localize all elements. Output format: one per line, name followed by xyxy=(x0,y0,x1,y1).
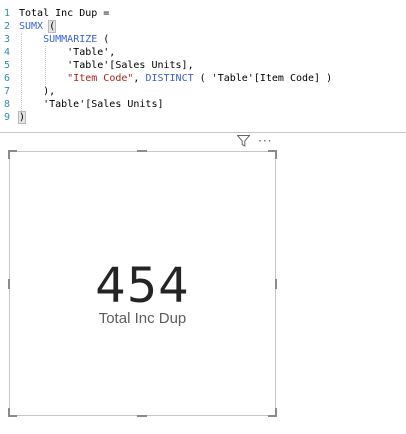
resize-handle-top-left-v[interactable] xyxy=(8,150,10,159)
code-token: ) xyxy=(17,111,27,124)
resize-handle-right[interactable] xyxy=(275,279,277,289)
code-text: 'Table', xyxy=(19,47,115,58)
more-options-icon[interactable]: ··· xyxy=(258,134,272,148)
code-line[interactable]: 3 SUMMARIZE ( xyxy=(0,33,406,46)
code-function-token: SUMX xyxy=(19,21,44,32)
line-number: 9 xyxy=(4,112,11,123)
line-number: 2 xyxy=(4,21,11,32)
resize-handle-bottom[interactable] xyxy=(137,415,147,417)
line-number: 1 xyxy=(4,8,11,19)
resize-handle-top[interactable] xyxy=(137,150,147,152)
code-text: SUMMARIZE ( xyxy=(19,34,109,45)
card-caption: Total Inc Dup xyxy=(98,310,187,327)
code-token: ( xyxy=(97,34,110,45)
line-number: 7 xyxy=(4,86,11,97)
code-line[interactable]: 6 "Item Code", DISTINCT ( 'Table'[Item C… xyxy=(0,72,406,85)
code-token: , xyxy=(133,73,146,84)
code-line[interactable]: 1 Total Inc Dup = xyxy=(0,7,406,20)
code-function-token: DISTINCT xyxy=(145,73,194,84)
card-visual[interactable]: 454 Total Inc Dup xyxy=(8,150,277,417)
resize-handle-bottom-right-v[interactable] xyxy=(275,408,277,417)
dax-formula-editor[interactable]: 1 Total Inc Dup = 2 SUMX (3 SUMMARIZE (4 'T… xyxy=(0,0,406,133)
code-string-token: "Item Code" xyxy=(67,73,134,84)
code-token: ), xyxy=(19,86,56,97)
code-text: "Item Code", DISTINCT ( 'Table'[Item Cod… xyxy=(19,73,332,84)
indent-guide xyxy=(45,46,46,85)
code-line[interactable]: 5 'Table'[Sales Units], xyxy=(0,59,406,72)
code-token: 'Table'[Sales Units] xyxy=(19,99,164,110)
code-token: ( 'Table'[Item Code] ) xyxy=(193,73,333,84)
code-text: Total Inc Dup = xyxy=(19,8,109,19)
code-text: ) xyxy=(17,111,27,124)
code-line[interactable]: 7 ), xyxy=(0,85,406,98)
code-line[interactable]: 8 'Table'[Sales Units] xyxy=(0,98,406,111)
code-text: ), xyxy=(19,86,55,97)
code-line[interactable]: 2 SUMX ( xyxy=(0,20,406,33)
code-function-token: SUMMARIZE xyxy=(43,34,98,45)
code-text: 'Table'[Sales Units] xyxy=(19,99,164,110)
code-text: SUMX ( xyxy=(19,20,57,33)
line-number: 6 xyxy=(4,73,11,84)
line-number: 4 xyxy=(4,47,11,58)
filter-icon[interactable] xyxy=(237,134,250,148)
card-value: 454 xyxy=(95,258,190,314)
code-line[interactable]: 4 'Table', xyxy=(0,46,406,59)
line-number: 5 xyxy=(4,60,11,71)
line-number: 8 xyxy=(4,99,11,110)
code-line[interactable]: 9) xyxy=(0,111,406,124)
resize-handle-top-right-v[interactable] xyxy=(275,150,277,159)
line-number: 3 xyxy=(4,34,11,45)
code-token: ( xyxy=(48,20,57,33)
code-token: Total Inc Dup = xyxy=(19,8,110,19)
code-token: 'Table', xyxy=(19,47,116,58)
resize-handle-bottom-left-v[interactable] xyxy=(8,408,10,417)
indent-guide xyxy=(21,33,22,111)
